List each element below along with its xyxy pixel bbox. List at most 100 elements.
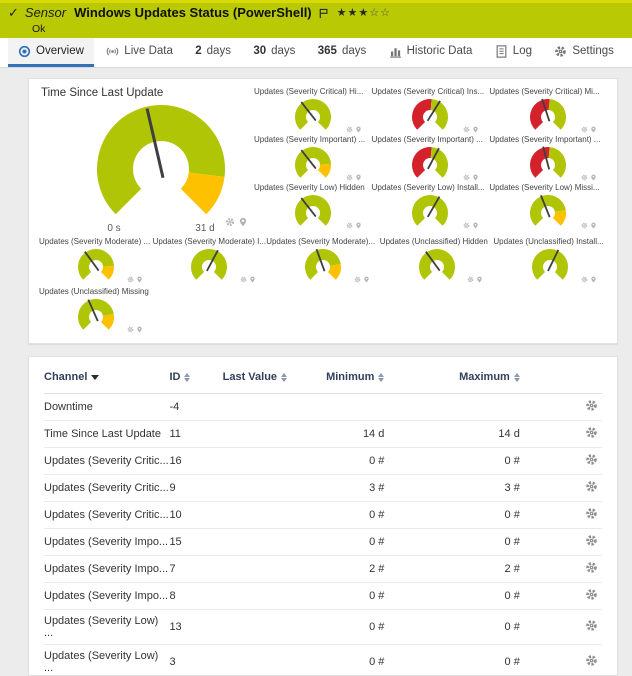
gauge-pin-icon[interactable] — [590, 174, 597, 181]
channel-settings-icon[interactable] — [585, 561, 598, 574]
channel-minimum: 0 # — [295, 610, 430, 645]
gauge-pin-icon[interactable] — [472, 222, 479, 229]
main-gauge[interactable]: Time Since Last Update 0 s31 d — [39, 87, 254, 235]
tab-2-days[interactable]: 2days — [185, 38, 241, 67]
gauge-settings-icon[interactable] — [346, 174, 353, 181]
channel-name-link[interactable]: Updates (Severity Impo... — [44, 563, 168, 575]
column-header[interactable]: ID — [169, 369, 222, 394]
channel-gauge[interactable]: Updates (Severity Critical) Mi... — [489, 87, 607, 135]
flag-icon[interactable] — [318, 8, 329, 19]
gauge-settings-icon[interactable] — [463, 126, 470, 133]
gauge-settings-icon[interactable] — [463, 222, 470, 229]
star-icon[interactable]: ★ — [337, 7, 348, 19]
column-header[interactable]: Maximum — [430, 369, 565, 394]
tab-settings[interactable]: Settings — [544, 38, 624, 67]
gauge-pin-icon[interactable] — [355, 126, 362, 133]
gauge-pin-icon[interactable] — [238, 217, 248, 227]
channel-name-link[interactable]: Updates (Severity Critic... — [44, 455, 169, 467]
channel-name-link[interactable]: Updates (Severity Critic... — [44, 482, 169, 494]
gauge-settings-icon[interactable] — [581, 126, 588, 133]
channel-gauge[interactable]: Updates (Severity Moderate)... — [266, 237, 380, 285]
gauge-pin-icon[interactable] — [590, 222, 597, 229]
star-icon[interactable]: ☆ — [380, 7, 391, 19]
channel-gauge[interactable]: Updates (Severity Critical) Ins... — [372, 87, 490, 135]
channel-name-link[interactable]: Downtime — [44, 401, 93, 413]
channel-name-link[interactable]: Time Since Last Update — [44, 428, 161, 440]
sensor-status-bar: ✓ Sensor Windows Updates Status (PowerSh… — [0, 0, 632, 38]
object-kind-label: Sensor — [25, 6, 66, 20]
channel-settings-icon[interactable] — [585, 588, 598, 601]
channel-id: 8 — [169, 583, 222, 610]
channel-settings-icon[interactable] — [585, 426, 598, 439]
gauge-pin-icon[interactable] — [472, 174, 479, 181]
gauge-title: Updates (Severity Low) Install... — [372, 183, 490, 193]
channel-id: 11 — [169, 421, 222, 448]
channel-gauge[interactable]: Updates (Severity Low) Missi... — [489, 183, 607, 231]
gauge-settings-icon[interactable] — [581, 276, 588, 283]
channel-name-link[interactable]: Updates (Severity Low) ... — [44, 650, 158, 674]
tab-live-data[interactable]: Live Data — [96, 38, 183, 67]
gauge-title: Updates (Severity Low) Hidden — [254, 183, 372, 193]
channel-gauge[interactable]: Updates (Severity Low) Install... — [372, 183, 490, 231]
channel-settings-icon[interactable] — [585, 619, 598, 632]
channel-minimum: 0 # — [295, 583, 430, 610]
gauge-pin-icon[interactable] — [590, 126, 597, 133]
gauge-settings-icon[interactable] — [240, 276, 247, 283]
gauge-settings-icon[interactable] — [346, 126, 353, 133]
gauge-settings-icon[interactable] — [127, 276, 134, 283]
channel-gauge[interactable]: Updates (Unclassified) Missing — [39, 287, 153, 335]
priority-stars[interactable]: ★★★☆☆ — [337, 6, 391, 20]
column-header[interactable]: Channel — [44, 369, 169, 394]
column-header[interactable]: Minimum — [295, 369, 430, 394]
gauge-pin-icon[interactable] — [136, 276, 143, 283]
channel-settings-icon[interactable] — [585, 453, 598, 466]
gauge-pin-icon[interactable] — [476, 276, 483, 283]
gauge-settings-icon[interactable] — [127, 326, 134, 333]
gauge-settings-icon[interactable] — [463, 174, 470, 181]
channel-gauge[interactable]: Updates (Severity Critical) Hi... — [254, 87, 372, 135]
gauge-pin-icon[interactable] — [136, 326, 143, 333]
channel-gauge[interactable]: Updates (Severity Important) ... — [489, 135, 607, 183]
channel-settings-icon[interactable] — [585, 480, 598, 493]
gauge-settings-icon[interactable] — [346, 222, 353, 229]
channel-gauge[interactable]: Updates (Severity Moderate) I... — [153, 237, 267, 285]
gauge-settings-icon[interactable] — [581, 174, 588, 181]
tab-30-days[interactable]: 30days — [243, 38, 305, 67]
gauge-pin-icon[interactable] — [590, 276, 597, 283]
channel-gauge[interactable]: Updates (Unclassified) Hidden — [380, 237, 494, 285]
gauge-pin-icon[interactable] — [355, 222, 362, 229]
channel-settings-icon[interactable] — [585, 399, 598, 412]
tab-overview[interactable]: Overview — [8, 38, 94, 67]
gauge-pin-icon[interactable] — [249, 276, 256, 283]
channel-settings-icon[interactable] — [585, 534, 598, 547]
gauge-settings-icon[interactable] — [225, 217, 235, 227]
channel-name-link[interactable]: Updates (Severity Impo... — [44, 536, 168, 548]
channel-maximum: 0 # — [430, 529, 565, 556]
gauge-settings-icon[interactable] — [581, 222, 588, 229]
gauge-settings-icon[interactable] — [354, 276, 361, 283]
gauge-pin-icon[interactable] — [355, 174, 362, 181]
gauges-panel: Time Since Last Update 0 s31 d Updates (… — [28, 78, 618, 344]
channel-gauge[interactable]: Updates (Severity Low) Hidden — [254, 183, 372, 231]
channel-gauge[interactable]: Updates (Severity Important) ... — [372, 135, 490, 183]
channel-gauge[interactable]: Updates (Severity Moderate) ... — [39, 237, 153, 285]
channel-gauge[interactable]: Updates (Unclassified) Install... — [493, 237, 607, 285]
channel-name-link[interactable]: Updates (Severity Impo... — [44, 590, 168, 602]
star-icon[interactable]: ★ — [348, 7, 359, 19]
column-header[interactable]: Last Value — [223, 369, 295, 394]
live-icon — [106, 45, 119, 58]
channel-settings-icon[interactable] — [585, 654, 598, 667]
tab-historic-data[interactable]: Historic Data — [379, 38, 483, 67]
tab-log[interactable]: Log — [485, 38, 542, 67]
star-icon[interactable]: ★ — [358, 7, 369, 19]
gauge-settings-icon[interactable] — [467, 276, 474, 283]
gauge-pin-icon[interactable] — [472, 126, 479, 133]
channel-name-link[interactable]: Updates (Severity Critic... — [44, 509, 169, 521]
star-icon[interactable]: ☆ — [369, 7, 380, 19]
channel-gauge[interactable]: Updates (Severity Important) ... — [254, 135, 372, 183]
channel-settings-icon[interactable] — [585, 507, 598, 520]
channel-name-link[interactable]: Updates (Severity Low) ... — [44, 615, 158, 639]
gauge-pin-icon[interactable] — [363, 276, 370, 283]
tab-365-days[interactable]: 365days — [308, 38, 376, 67]
main-gauge-dial: 0 s31 d — [66, 101, 254, 235]
